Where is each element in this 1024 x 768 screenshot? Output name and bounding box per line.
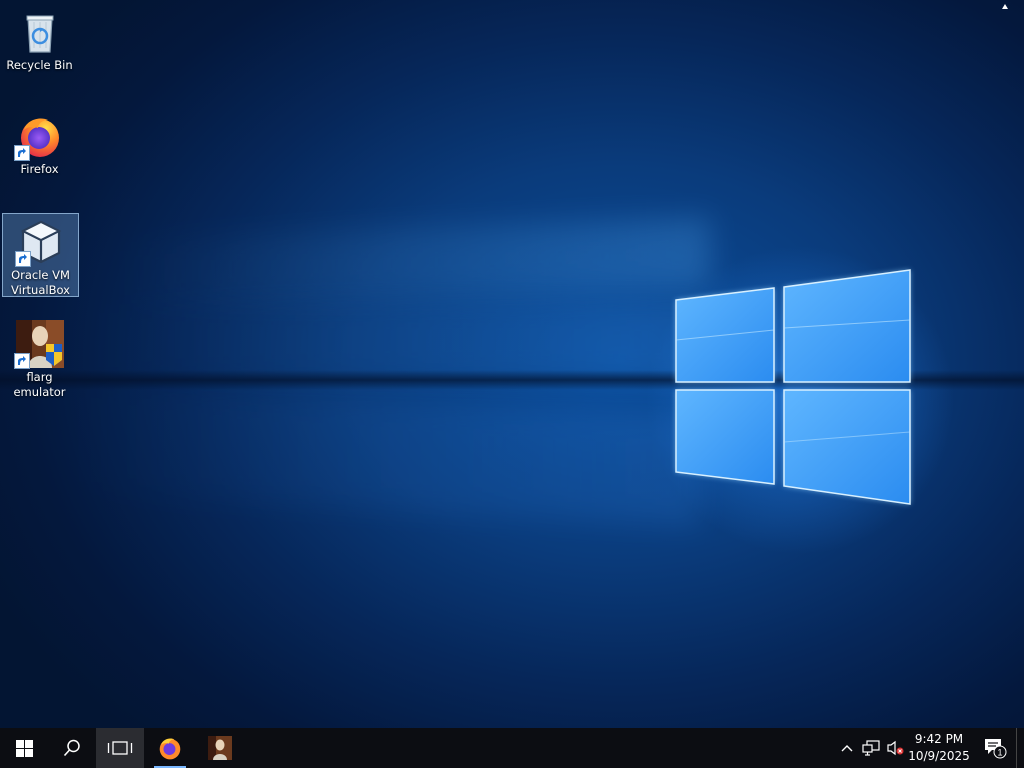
desktop-icon-flarg-emulator[interactable]: flarg emulator (2, 316, 77, 400)
clock-date: 10/9/2025 (908, 749, 970, 763)
desktop-icon-label: Recycle Bin (6, 58, 73, 72)
windows-start-icon (15, 739, 33, 757)
task-view-icon (107, 741, 133, 755)
desktop-icon-virtualbox[interactable]: Oracle VM VirtualBox (2, 213, 79, 297)
flarg-emulator-icon (208, 736, 232, 760)
corner-indicator-icon (1002, 4, 1008, 9)
action-center-button[interactable]: 1 (978, 728, 1012, 768)
taskbar-app-firefox[interactable] (146, 728, 194, 768)
firefox-icon (159, 738, 181, 760)
virtualbox-icon (14, 218, 65, 267)
desktop-icon-recycle-bin[interactable]: Recycle Bin (2, 4, 77, 73)
taskbar: 9:42 PM 10/9/2025 1 (0, 728, 1024, 768)
volume-muted-icon (887, 740, 904, 756)
desktop-icon-label: Oracle VM VirtualBox (11, 268, 70, 297)
shortcut-arrow-icon (13, 145, 30, 161)
desktop-wallpaper[interactable]: Recycle Bin Firefox Oracle VM VirtualBox… (0, 0, 1024, 728)
shortcut-arrow-icon (13, 353, 30, 369)
task-view-button[interactable] (96, 728, 144, 768)
light-beam (110, 217, 710, 309)
volume-button[interactable] (884, 728, 906, 768)
desktop-icon-firefox[interactable]: Firefox (2, 108, 77, 177)
show-desktop-button[interactable] (1016, 728, 1024, 768)
light-beam (80, 300, 700, 380)
clock-time: 9:42 PM (914, 732, 964, 746)
shortcut-arrow-icon (14, 251, 31, 267)
taskbar-app-flarg-emulator[interactable] (196, 728, 244, 768)
light-beam (60, 383, 700, 527)
clock-button[interactable]: 9:42 PM 10/9/2025 (906, 730, 972, 767)
show-hidden-icons-button[interactable] (836, 728, 858, 768)
windows-logo-wallpaper (675, 269, 911, 505)
search-button[interactable] (48, 728, 96, 768)
notifications-icon: 1 (985, 739, 1007, 759)
search-icon (63, 739, 80, 757)
recycle-bin-icon (16, 8, 64, 56)
desktop-icon-label: Firefox (20, 162, 59, 176)
flarg-emulator-icon (13, 320, 64, 369)
network-button[interactable] (860, 728, 882, 768)
notification-count: 1 (997, 748, 1002, 758)
desktop-icon-label: flarg emulator (13, 370, 66, 399)
network-icon (862, 740, 880, 756)
firefox-icon (13, 112, 64, 161)
chevron-up-icon (841, 745, 853, 752)
start-button[interactable] (0, 728, 48, 768)
